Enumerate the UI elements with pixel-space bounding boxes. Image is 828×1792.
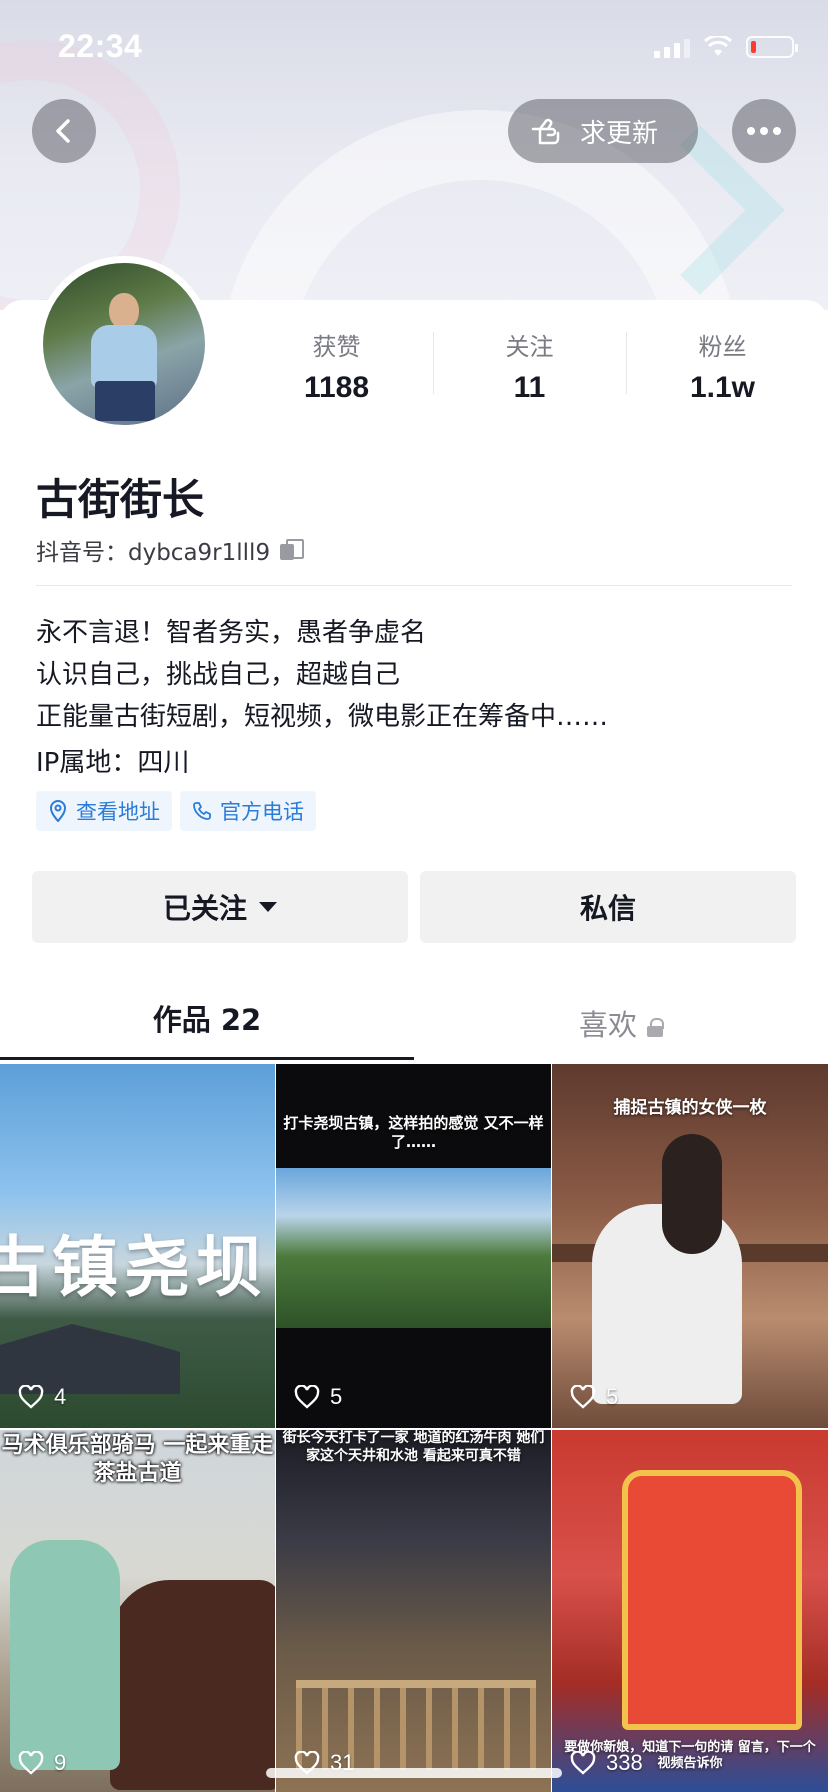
like-count: 4 bbox=[54, 1384, 67, 1409]
profile-actions: 已关注 私信 bbox=[32, 871, 796, 943]
heart-icon bbox=[294, 1385, 320, 1409]
stat-value: 1.1w bbox=[689, 371, 756, 404]
request-update-label: 求更新 bbox=[580, 118, 659, 149]
video-thumbnail[interactable]: 街长今天打卡了一家 地道的红汤牛肉 她们家这个天井和水池 看起来可真不错 31 bbox=[276, 1430, 551, 1792]
ip-location: IP属地：四川 bbox=[36, 748, 190, 778]
hand-point-icon bbox=[531, 118, 560, 145]
like-count: 9 bbox=[54, 1750, 67, 1775]
content-tabs: 作品 22 喜欢 bbox=[0, 990, 828, 1060]
stat-value: 1188 bbox=[303, 371, 370, 404]
bio-line: 永不言退！智者务实，愚者争虚名 bbox=[36, 618, 427, 648]
video-likes: 338 bbox=[570, 1750, 643, 1776]
location-pin-icon bbox=[49, 800, 67, 822]
profile-tags: 查看地址 官方电话 bbox=[36, 791, 316, 831]
video-thumbnail[interactable]: 马术俱乐部骑马 一起来重走 茶盐古道 9 bbox=[0, 1430, 275, 1792]
status-time: 22:34 bbox=[58, 28, 143, 64]
request-update-button[interactable]: 求更新 bbox=[508, 99, 698, 163]
following-button[interactable]: 已关注 bbox=[32, 871, 408, 943]
profile-nickname: 古街街长 bbox=[36, 475, 205, 524]
like-count: 5 bbox=[330, 1384, 343, 1409]
video-overlay-text: 打卡尧坝古镇，这样拍的感觉 又不一样了…… bbox=[283, 1114, 544, 1151]
video-likes: 9 bbox=[18, 1750, 66, 1776]
video-overlay-text: 街长今天打卡了一家 地道的红汤牛肉 她们家这个天井和水池 看起来可真不错 bbox=[282, 1430, 545, 1464]
following-label: 已关注 bbox=[162, 892, 247, 925]
video-thumbnail[interactable]: 打卡尧坝古镇，这样拍的感觉 又不一样了…… 5 bbox=[276, 1064, 551, 1428]
avatar[interactable] bbox=[36, 256, 212, 432]
more-dot-icon bbox=[747, 127, 755, 135]
heart-icon bbox=[18, 1385, 44, 1409]
copy-icon[interactable] bbox=[280, 539, 305, 561]
official-phone-tag[interactable]: 官方电话 bbox=[180, 791, 316, 831]
bio-line: 认识自己，挑战自己，超越自己 bbox=[36, 660, 401, 690]
message-label: 私信 bbox=[579, 892, 636, 925]
phone-icon bbox=[193, 802, 211, 820]
home-indicator[interactable] bbox=[266, 1768, 562, 1778]
stat-following[interactable]: 关注 11 bbox=[433, 330, 626, 410]
video-overlay-text: 捕捉古镇的女侠一枚 bbox=[613, 1098, 767, 1118]
chevron-left-icon bbox=[56, 119, 70, 143]
heart-icon bbox=[18, 1751, 44, 1775]
message-button[interactable]: 私信 bbox=[420, 871, 796, 943]
stat-followers[interactable]: 粉丝 1.1w bbox=[626, 330, 819, 410]
wifi-icon bbox=[704, 36, 732, 56]
video-thumbnail[interactable]: 捕捉古镇的女侠一枚 5 bbox=[552, 1064, 828, 1428]
tab-likes[interactable]: 喜欢 bbox=[414, 990, 828, 1060]
more-options-button[interactable] bbox=[732, 99, 796, 163]
video-grid: 古镇尧坝 4 打卡尧坝古镇，这样拍的感觉 又不一样了…… 5 捕捉古镇的女侠一枚… bbox=[0, 1064, 828, 1792]
stat-label: 粉丝 bbox=[698, 333, 747, 361]
like-count: 338 bbox=[606, 1750, 643, 1775]
tab-likes-label: 喜欢 bbox=[578, 1008, 637, 1042]
lock-icon bbox=[647, 1018, 664, 1037]
douyin-id-row: 抖音号：dybca9r1lll9 bbox=[36, 533, 305, 567]
stat-value: 11 bbox=[513, 371, 546, 404]
video-overlay-text: 古镇尧坝 bbox=[0, 1229, 268, 1306]
like-count: 5 bbox=[606, 1384, 619, 1409]
video-thumbnail[interactable]: 古镇尧坝 4 bbox=[0, 1064, 275, 1428]
stat-label: 关注 bbox=[505, 333, 554, 361]
divider bbox=[36, 585, 792, 586]
back-button[interactable] bbox=[32, 99, 96, 163]
more-dot-icon bbox=[773, 127, 781, 135]
tag-label: 官方电话 bbox=[220, 800, 304, 824]
signal-icon bbox=[654, 36, 690, 58]
more-dot-icon bbox=[760, 127, 768, 135]
video-overlay-text: 马术俱乐部骑马 一起来重走 茶盐古道 bbox=[1, 1433, 274, 1486]
heart-icon bbox=[570, 1751, 596, 1775]
avatar-image bbox=[43, 263, 205, 425]
profile-bio: 永不言退！智者务实，愚者争虚名 认识自己，挑战自己，超越自己 正能量古街短剧，短… bbox=[36, 612, 608, 738]
video-likes: 5 bbox=[570, 1384, 618, 1410]
caret-down-icon bbox=[259, 902, 277, 912]
stat-likes[interactable]: 获赞 1188 bbox=[240, 330, 433, 410]
tab-works[interactable]: 作品 22 bbox=[0, 990, 414, 1060]
status-icons bbox=[654, 36, 798, 58]
video-likes: 4 bbox=[18, 1384, 66, 1410]
profile-stats: 获赞 1188 关注 11 粉丝 1.1w bbox=[240, 330, 820, 410]
heart-icon bbox=[570, 1385, 596, 1409]
video-likes: 5 bbox=[294, 1384, 342, 1410]
stat-label: 获赞 bbox=[312, 333, 361, 361]
douyin-id: 抖音号：dybca9r1lll9 bbox=[36, 540, 271, 566]
tag-label: 查看地址 bbox=[76, 800, 160, 824]
view-address-tag[interactable]: 查看地址 bbox=[36, 791, 172, 831]
video-thumbnail[interactable]: 要做你新娘，知道下一句的请 留言，下一个视频告诉你 338 bbox=[552, 1430, 828, 1792]
bio-line: 正能量古街短剧，短视频，微电影正在筹备中…… bbox=[36, 702, 609, 732]
battery-icon bbox=[746, 36, 798, 58]
